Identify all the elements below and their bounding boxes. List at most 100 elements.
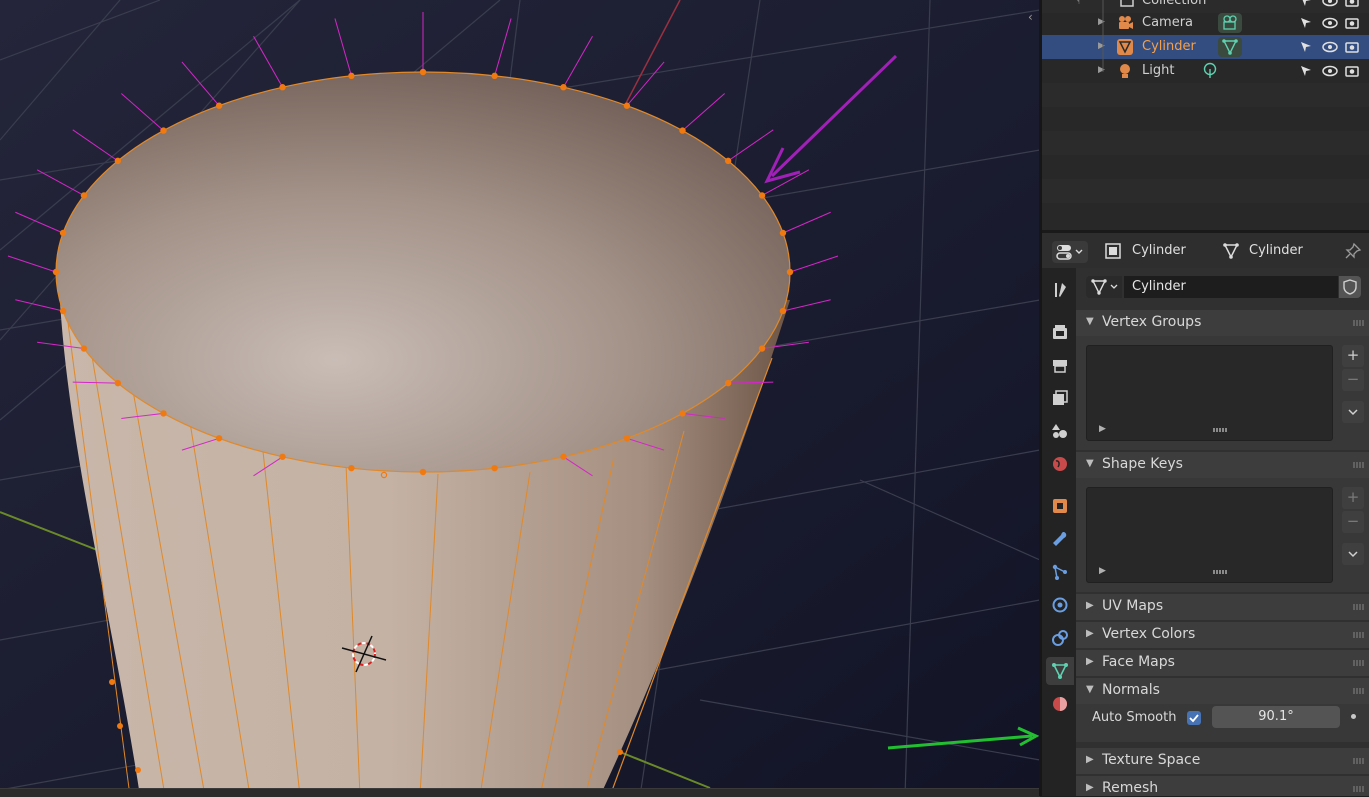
sidebar-toggle-icon[interactable]: ‹ — [1028, 10, 1033, 24]
normals-body: Auto Smooth 90.1° — [1076, 704, 1369, 742]
mesh-data-icon[interactable] — [1218, 37, 1242, 57]
mesh-vertex — [160, 127, 167, 134]
viewport-canvas[interactable] — [0, 0, 1040, 796]
render-tab-icon — [1053, 325, 1067, 339]
tab-scene[interactable] — [1046, 417, 1074, 445]
collapse-arrow-icon: ▼ — [1086, 458, 1094, 469]
panel-vertex-groups[interactable]: ▼ Vertex Groups — [1076, 310, 1369, 336]
drag-grip-icon[interactable] — [1353, 688, 1365, 694]
object-tab-icon — [1053, 499, 1067, 513]
camera-data-icon[interactable] — [1218, 13, 1242, 33]
mesh-vertex — [679, 410, 686, 417]
expand-arrow-icon: ▶ — [1086, 628, 1094, 639]
tab-modifier[interactable] — [1046, 525, 1074, 553]
panel-texture-space[interactable]: ▶ Texture Space — [1076, 748, 1369, 774]
selectable-icon[interactable] — [1298, 39, 1314, 55]
panel-face-maps[interactable]: ▶ Face Maps — [1076, 650, 1369, 676]
list-resize-handle[interactable] — [1213, 428, 1227, 432]
mesh-name-field[interactable]: Cylinder — [1124, 276, 1338, 298]
tab-render[interactable] — [1046, 318, 1074, 346]
mesh-data-icon — [1223, 243, 1239, 259]
keyframe-decorator-icon[interactable] — [1351, 714, 1356, 719]
mesh-vertex — [617, 749, 623, 755]
panel-title: Normals — [1102, 682, 1160, 698]
properties-header: Cylinder Cylinder — [1042, 232, 1369, 269]
visibility-eye-icon[interactable] — [1322, 15, 1338, 31]
drag-grip-icon[interactable] — [1353, 320, 1365, 326]
render-camera-icon[interactable] — [1344, 39, 1360, 55]
auto-smooth-angle-field[interactable]: 90.1° — [1212, 706, 1340, 728]
outliner[interactable]: ▾ Collection ▶ Camera ▶ Cylinder ▶ Light — [1042, 0, 1369, 232]
mesh-vertex — [758, 345, 766, 352]
add-vertex-group-button[interactable]: + — [1342, 345, 1364, 367]
panel-shape-keys[interactable]: ▼ Shape Keys — [1076, 452, 1369, 478]
vertex-groups-list[interactable]: ▶ — [1086, 345, 1333, 441]
drag-grip-icon[interactable] — [1353, 786, 1365, 792]
list-resize-handle[interactable] — [1213, 570, 1227, 574]
tab-data[interactable] — [1046, 657, 1074, 685]
shape-keys-list[interactable]: ▶ — [1086, 487, 1333, 583]
chevron-down-icon — [1348, 409, 1358, 416]
light-data-icon[interactable] — [1198, 61, 1222, 81]
render-camera-icon[interactable] — [1344, 63, 1360, 79]
drag-grip-icon[interactable] — [1353, 604, 1365, 610]
mesh-vertex — [80, 345, 88, 352]
collapse-arrow-icon: ▼ — [1086, 316, 1094, 327]
mesh-vertex — [419, 468, 427, 476]
shape-key-specials-button[interactable] — [1342, 543, 1364, 565]
tab-tool[interactable] — [1046, 276, 1074, 304]
constraints-tab-icon — [1052, 630, 1068, 646]
outliner-empty-row — [1042, 179, 1369, 203]
visibility-eye-icon[interactable] — [1322, 0, 1338, 9]
tab-object[interactable] — [1046, 492, 1074, 520]
add-shape-key-button[interactable]: + — [1342, 487, 1364, 509]
vertex-group-specials-button[interactable] — [1342, 401, 1364, 423]
selectable-icon[interactable] — [1298, 15, 1314, 31]
auto-smooth-checkbox[interactable] — [1187, 711, 1201, 725]
mesh-vertex — [160, 410, 167, 417]
mesh-vertex — [135, 767, 141, 773]
panel-title: Texture Space — [1102, 752, 1201, 768]
output-tab-icon — [1053, 360, 1067, 373]
remove-shape-key-button[interactable]: − — [1342, 511, 1364, 533]
visibility-eye-icon[interactable] — [1322, 39, 1338, 55]
panel-remesh[interactable]: ▶ Remesh — [1076, 776, 1369, 796]
tab-physics[interactable] — [1046, 591, 1074, 619]
remove-vertex-group-button[interactable]: − — [1342, 369, 1364, 391]
pin-icon[interactable] — [1344, 242, 1362, 260]
material-tab-icon — [1053, 697, 1067, 711]
drag-grip-icon[interactable] — [1353, 660, 1365, 666]
drag-grip-icon[interactable] — [1353, 632, 1365, 638]
panel-normals[interactable]: ▼ Normals — [1076, 678, 1369, 704]
view-layer-tab-icon — [1053, 390, 1068, 405]
panel-vertex-colors[interactable]: ▶ Vertex Colors — [1076, 622, 1369, 648]
selectable-icon[interactable] — [1298, 63, 1314, 79]
properties-content: Cylinder ▼ Vertex Groups ▶ + − ▼ Shape K… — [1076, 268, 1369, 796]
panel-uv-maps[interactable]: ▶ UV Maps — [1076, 594, 1369, 620]
render-camera-icon[interactable] — [1344, 0, 1360, 9]
filter-toggle-icon[interactable]: ▶ — [1099, 424, 1106, 434]
tab-world[interactable] — [1046, 450, 1074, 478]
selectable-icon[interactable] — [1298, 0, 1314, 9]
visibility-eye-icon[interactable] — [1322, 63, 1338, 79]
fake-user-button[interactable] — [1339, 276, 1361, 298]
editor-type-button[interactable] — [1052, 241, 1088, 263]
vertex-groups-body: ▶ + − — [1076, 336, 1369, 450]
drag-grip-icon[interactable] — [1353, 758, 1365, 764]
browse-mesh-button[interactable] — [1086, 276, 1122, 298]
tab-view-layer[interactable] — [1046, 384, 1074, 412]
render-camera-icon[interactable] — [1344, 15, 1360, 31]
mesh-vertex — [109, 679, 115, 685]
tab-material[interactable] — [1046, 690, 1074, 718]
expand-arrow-icon: ▶ — [1086, 656, 1094, 667]
panel-title: Vertex Groups — [1102, 314, 1202, 330]
3d-viewport[interactable]: ‹ — [0, 0, 1040, 796]
panel-title: Vertex Colors — [1102, 626, 1196, 642]
drag-grip-icon[interactable] — [1353, 462, 1365, 468]
mesh-vertex — [491, 464, 498, 472]
tab-constraints[interactable] — [1046, 624, 1074, 652]
tab-particles[interactable] — [1046, 558, 1074, 586]
tab-output[interactable] — [1046, 351, 1074, 379]
physics-tab-icon — [1052, 597, 1068, 613]
filter-toggle-icon[interactable]: ▶ — [1099, 566, 1106, 576]
